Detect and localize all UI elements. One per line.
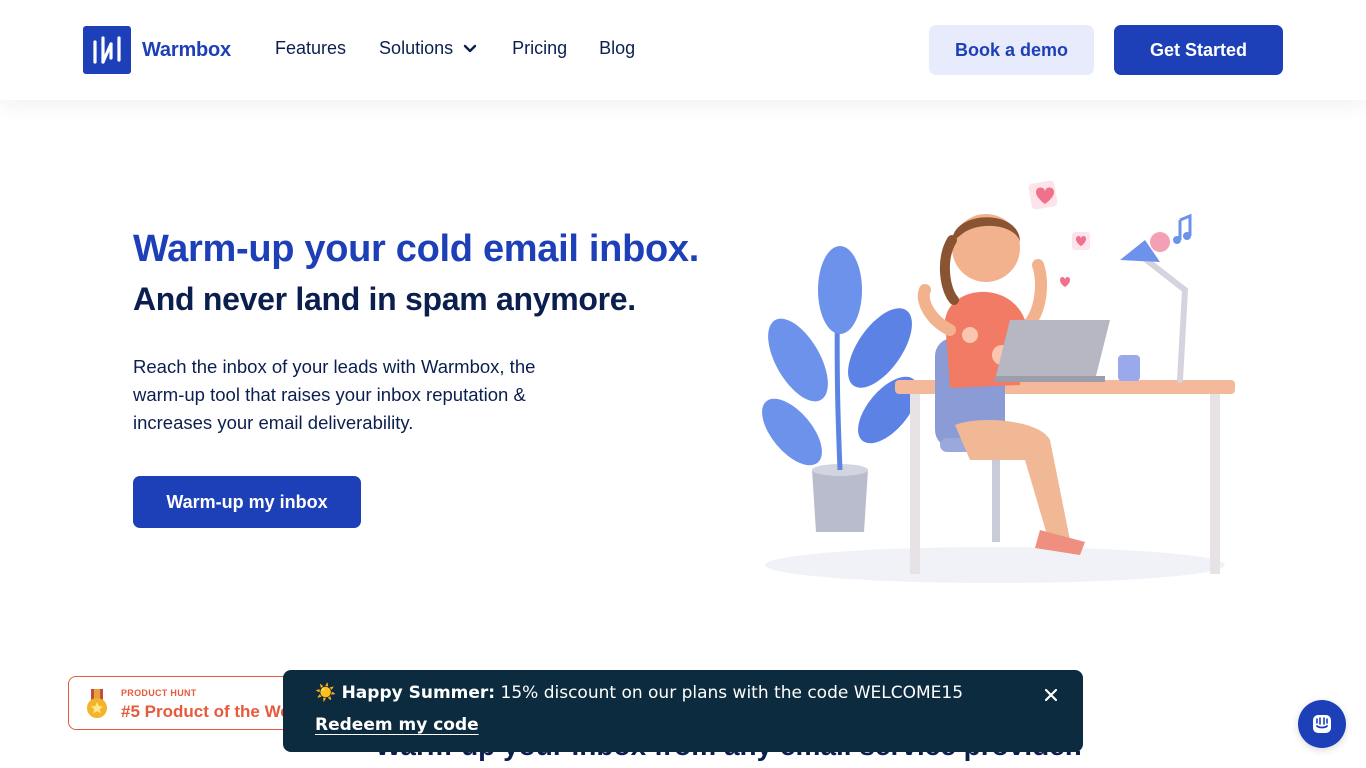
brand-name: Warmbox xyxy=(142,38,231,61)
nav-features[interactable]: Features xyxy=(275,38,346,59)
warm-up-inbox-button[interactable]: Warm-up my inbox xyxy=(133,476,361,528)
main-nav: Features Solutions Pricing Blog xyxy=(275,38,635,59)
site-header: Warmbox Features Solutions Pricing Blog … xyxy=(0,0,1366,100)
chevron-down-icon xyxy=(463,44,477,53)
promo-banner: ☀️ Happy Summer: 15% discount on our pla… xyxy=(283,670,1083,752)
get-started-button[interactable]: Get Started xyxy=(1114,25,1283,75)
chat-launcher-button[interactable] xyxy=(1298,700,1346,748)
promo-headline: Happy Summer: xyxy=(341,683,496,703)
warmbox-logo-icon xyxy=(83,26,131,74)
nav-pricing[interactable]: Pricing xyxy=(512,38,567,59)
close-icon[interactable] xyxy=(1043,687,1059,703)
chat-icon xyxy=(1313,715,1331,733)
product-hunt-title: #5 Product of the Week xyxy=(121,702,308,721)
book-demo-button[interactable]: Book a demo xyxy=(929,25,1094,75)
nav-solutions[interactable]: Solutions xyxy=(379,38,477,59)
promo-text: 15% discount on our plans with the code … xyxy=(500,683,964,703)
product-hunt-label: PRODUCT HUNT xyxy=(121,688,197,698)
product-hunt-badge[interactable]: PRODUCT HUNT #5 Product of the Week xyxy=(68,676,308,730)
brand-logo[interactable]: Warmbox xyxy=(83,26,231,74)
redeem-code-link[interactable]: Redeem my code xyxy=(315,715,479,735)
hero-subtitle: And never land in spam anymore. xyxy=(133,281,636,317)
sun-icon: ☀️ xyxy=(315,683,337,703)
nav-blog[interactable]: Blog xyxy=(599,38,635,59)
medal-icon xyxy=(87,689,107,718)
hero-illustration xyxy=(740,170,1250,590)
promo-message: ☀️ Happy Summer: 15% discount on our pla… xyxy=(315,683,963,703)
hero-description: Reach the inbox of your leads with Warmb… xyxy=(133,356,536,433)
nav-solutions-label: Solutions xyxy=(379,38,454,58)
hero-title: Warm-up your cold email inbox. xyxy=(133,228,699,270)
